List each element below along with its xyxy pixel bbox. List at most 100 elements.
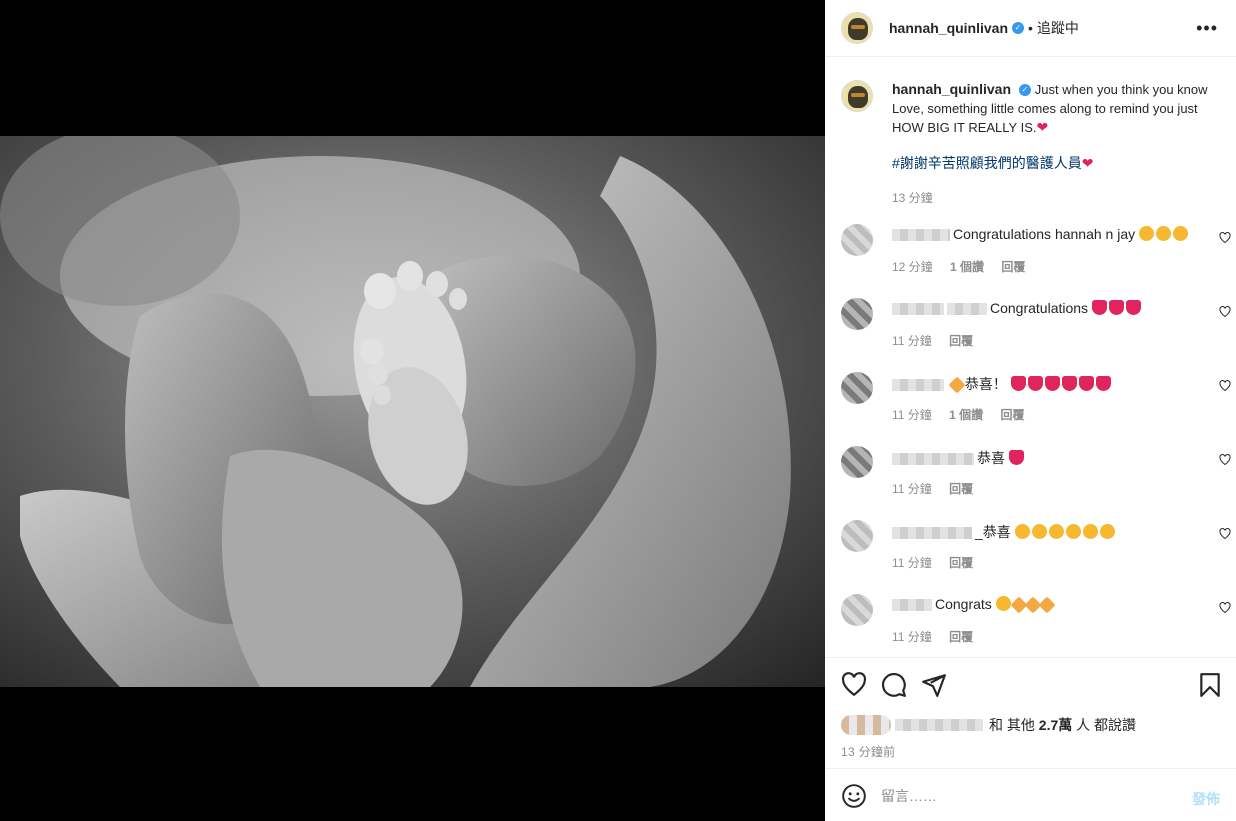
comment-username[interactable] <box>892 527 972 540</box>
author-username[interactable]: hannah_quinlivan <box>889 20 1008 36</box>
comment-age: 11 分鐘 <box>892 334 932 348</box>
caption-age: 13 分鐘 <box>892 191 933 205</box>
red-heart-emoji-icon <box>1125 300 1141 315</box>
comment-item: Congratulations hannah n jay 12 分鐘 1 個讚 … <box>841 224 1231 288</box>
reply-button[interactable]: 回覆 <box>949 482 973 496</box>
comment-item: Congrats 11 分鐘 回覆 <box>841 594 1231 656</box>
comment-input[interactable] <box>881 783 1181 809</box>
heart-icon[interactable] <box>1219 306 1231 318</box>
star-eyes-emoji-icon <box>1014 524 1030 539</box>
comment-line: 恭喜 <box>892 448 1026 468</box>
comment-age: 12 分鐘 <box>892 260 933 274</box>
post-comment-button[interactable]: 發佈 <box>1192 789 1220 809</box>
reply-button[interactable]: 回覆 <box>1001 408 1025 422</box>
follow-state-button[interactable]: 追蹤中 <box>1037 18 1079 38</box>
author-info: hannah_quinlivan ✓ • 追蹤中 <box>889 18 1079 38</box>
comment-username[interactable] <box>892 303 944 316</box>
reply-button[interactable]: 回覆 <box>949 630 973 644</box>
star-eyes-emoji-icon <box>1031 524 1047 539</box>
smiling-hearts-emoji-icon <box>995 596 1011 611</box>
comment-likes[interactable]: 1 個讚 <box>950 260 984 274</box>
post-timestamp[interactable]: 13 分鐘前 <box>841 743 895 760</box>
comment-username-part <box>947 303 987 316</box>
caption-avatar[interactable] <box>841 80 873 112</box>
comment-avatar[interactable] <box>841 446 873 478</box>
heart-icon[interactable] <box>841 672 867 698</box>
smile-icon[interactable] <box>841 783 867 809</box>
star-eyes-emoji-icon <box>1139 226 1155 241</box>
party-popper-emoji-icon <box>948 376 966 394</box>
comment-username[interactable] <box>892 599 932 612</box>
comment-meta: 11 分鐘 回覆 <box>892 628 987 645</box>
post-header: hannah_quinlivan ✓ • 追蹤中 ••• <box>825 0 1236 57</box>
author-avatar[interactable] <box>841 12 873 44</box>
red-heart-emoji-icon <box>1108 300 1124 315</box>
liker-username <box>895 719 983 731</box>
broken-heart-emoji-icon <box>1010 376 1026 391</box>
caption-body: hannah_quinlivan ✓ Just when you think y… <box>892 80 1227 207</box>
comment-avatar[interactable] <box>841 298 873 330</box>
comment-likes[interactable]: 1 個讚 <box>949 408 983 422</box>
comment-age: 11 分鐘 <box>892 556 932 570</box>
heart-icon[interactable] <box>1219 454 1231 466</box>
heart-emoji-icon: ❤ <box>1036 119 1049 135</box>
comment-username[interactable] <box>892 379 944 392</box>
caption-username[interactable]: hannah_quinlivan <box>892 81 1011 97</box>
bookmark-icon[interactable] <box>1197 672 1223 698</box>
heart-icon[interactable] <box>1219 602 1231 614</box>
likes-suffix: 人 都說讚 <box>1076 717 1137 733</box>
comment-text: Congratulations hannah n jay <box>953 226 1136 242</box>
comment-avatar[interactable] <box>841 372 873 404</box>
comment-meta: 12 分鐘 1 個讚 回覆 <box>892 258 1039 275</box>
media-pane <box>0 0 825 821</box>
star-eyes-emoji-icon <box>1099 524 1115 539</box>
heart-icon[interactable] <box>1219 232 1231 244</box>
likes-count: 2.7萬 <box>1038 717 1073 733</box>
post-photo[interactable] <box>0 136 825 687</box>
comment-avatar[interactable] <box>841 594 873 626</box>
comment-avatar[interactable] <box>841 520 873 552</box>
comment-meta: 11 分鐘 回覆 <box>892 332 987 349</box>
comment-age: 11 分鐘 <box>892 482 932 496</box>
likes-summary[interactable]: 和 其他 2.7萬 人 都說讚 <box>841 715 1136 735</box>
comment-item: Congratulations 11 分鐘 回覆 <box>841 298 1231 362</box>
broken-heart-emoji-icon <box>1044 376 1060 391</box>
comment-text: Congratulations <box>990 300 1089 316</box>
heart-icon[interactable] <box>1219 380 1231 392</box>
party-popper-emoji-icon <box>1038 596 1056 614</box>
heart-icon[interactable] <box>1219 528 1231 540</box>
star-eyes-emoji-icon <box>1156 226 1172 241</box>
verified-icon: ✓ <box>1012 22 1025 34</box>
more-icon[interactable]: ••• <box>1196 18 1218 39</box>
star-eyes-emoji-icon <box>1173 226 1189 241</box>
comment-username[interactable] <box>892 229 950 242</box>
reply-button[interactable]: 回覆 <box>949 334 973 348</box>
comment-meta: 11 分鐘 1 個讚 回覆 <box>892 406 1039 423</box>
comment-text: 恭喜！ <box>964 376 1007 392</box>
star-eyes-emoji-icon <box>1082 524 1098 539</box>
broken-heart-emoji-icon <box>1061 376 1077 391</box>
likes-prefix: 和 其他 <box>989 717 1035 733</box>
reply-button[interactable]: 回覆 <box>1001 260 1025 274</box>
comment-composer: 發佈 <box>825 768 1236 821</box>
caption-hashtag[interactable]: #謝謝辛苦照顧我們的醫護人員❤ <box>892 154 1227 172</box>
liker-avatars <box>841 715 891 735</box>
heart-emoji-icon: ❤ <box>1081 155 1094 171</box>
comment-line: Congratulations <box>892 300 1143 316</box>
comment-text: _恭喜 <box>975 524 1011 540</box>
share-icon[interactable] <box>921 672 947 698</box>
post-photo-graphic <box>0 136 825 687</box>
comment-line: 恭喜！ <box>892 374 1113 394</box>
comments-list[interactable]: hannah_quinlivan ✓ Just when you think y… <box>825 58 1236 656</box>
star-eyes-emoji-icon <box>1048 524 1064 539</box>
post-sidebar: hannah_quinlivan ✓ • 追蹤中 ••• hannah_quin… <box>825 0 1236 821</box>
comment-line: Congrats <box>892 596 1056 614</box>
reply-button[interactable]: 回覆 <box>949 556 973 570</box>
comment-line: _恭喜 <box>892 522 1117 542</box>
broken-heart-emoji-icon <box>1027 376 1043 391</box>
comment-avatar[interactable] <box>841 224 873 256</box>
comment-username[interactable] <box>892 453 974 466</box>
red-heart-emoji-icon <box>1008 450 1024 465</box>
comment-icon[interactable] <box>881 672 907 698</box>
comment-meta: 11 分鐘 回覆 <box>892 554 987 571</box>
